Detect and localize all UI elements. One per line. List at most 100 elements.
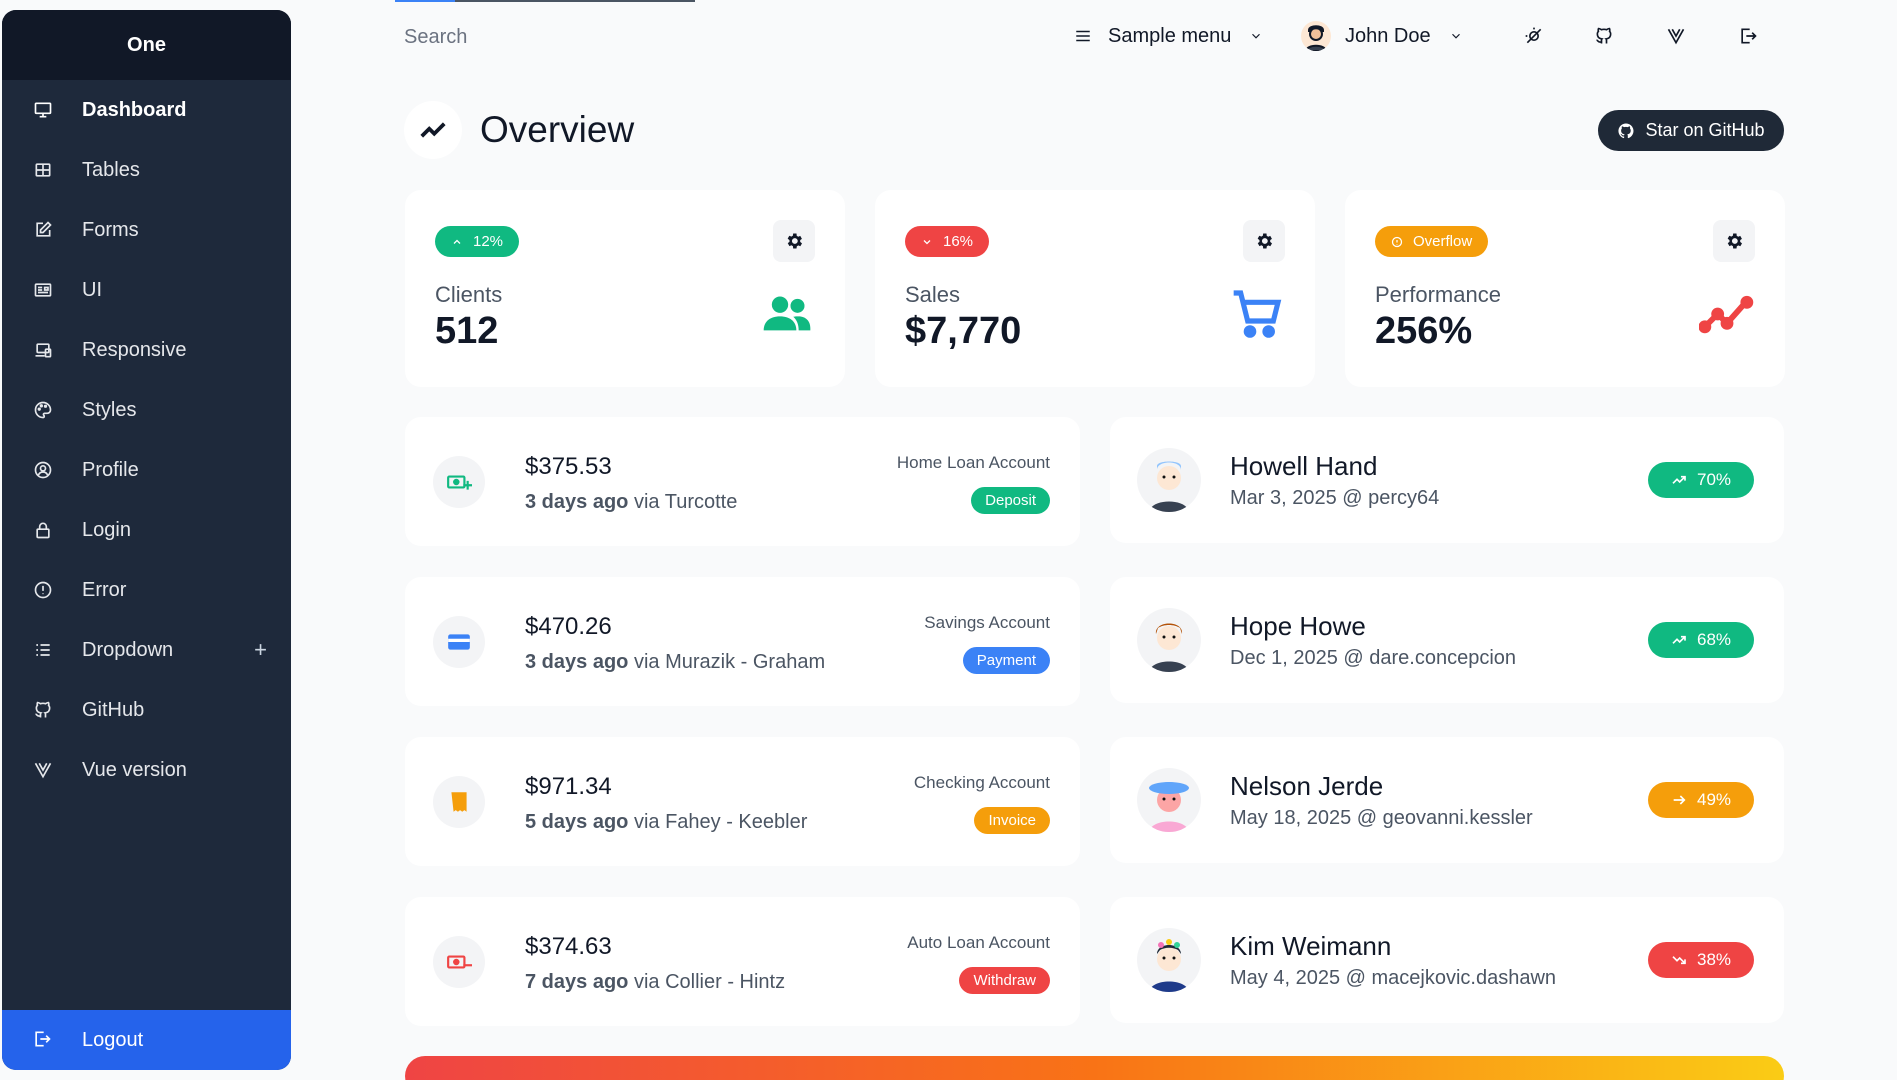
page-heading: Overview bbox=[404, 100, 634, 160]
logout-button[interactable]: Logout bbox=[2, 1010, 291, 1070]
user-name: John Doe bbox=[1345, 24, 1431, 47]
trend-badge: 16% bbox=[905, 226, 990, 257]
transaction-card: $971.34 5 days ago via Fahey - Keebler C… bbox=[405, 737, 1080, 866]
sidebar-item-ui[interactable]: UI bbox=[2, 260, 291, 320]
search-input[interactable] bbox=[404, 22, 704, 52]
alert-circle-icon bbox=[1391, 236, 1403, 247]
client-card: Howell Hand Mar 3, 2025 @ percy64 70% bbox=[1110, 417, 1784, 543]
logout-top-button[interactable] bbox=[1738, 18, 1758, 54]
card-settings-button[interactable] bbox=[1243, 220, 1285, 262]
client-name: Howell Hand bbox=[1230, 451, 1378, 481]
brand-title: One bbox=[2, 10, 291, 80]
sidebar: One Dashboard Tables Forms UI Responsive… bbox=[2, 10, 291, 1070]
sidebar-item-styles[interactable]: Styles bbox=[2, 380, 291, 440]
transaction-type-badge: Deposit bbox=[971, 487, 1050, 514]
logout-icon bbox=[32, 1029, 54, 1051]
stat-value: 512 bbox=[435, 310, 499, 352]
github-link[interactable] bbox=[1594, 18, 1614, 54]
vue-link[interactable] bbox=[1666, 18, 1686, 54]
plus-icon[interactable]: + bbox=[254, 637, 267, 663]
stat-card-performance: Overflow Performance 256% bbox=[1345, 190, 1785, 387]
vue-icon bbox=[32, 759, 54, 781]
sidebar-item-login[interactable]: Login bbox=[2, 500, 291, 560]
progress-value: 49% bbox=[1696, 790, 1732, 809]
transaction-type-badge: Payment bbox=[962, 647, 1050, 674]
transaction-meta: 3 days ago via Murazik - Graham bbox=[525, 651, 825, 674]
transaction-amount: $971.34 bbox=[525, 773, 612, 800]
responsive-icon bbox=[32, 339, 54, 361]
client-meta: Dec 1, 2025 @ dare.concepcion bbox=[1230, 647, 1517, 669]
card-settings-button[interactable] bbox=[1713, 220, 1755, 262]
sidebar-item-tables[interactable]: Tables bbox=[2, 140, 291, 200]
client-name: Kim Weimann bbox=[1230, 931, 1392, 961]
logout-icon bbox=[1741, 28, 1757, 44]
sidebar-item-vue-version[interactable]: Vue version bbox=[2, 740, 291, 800]
chevron-up-icon bbox=[453, 239, 461, 244]
progress-pill: 49% bbox=[1648, 782, 1754, 818]
user-icon bbox=[32, 459, 54, 481]
sidebar-item-forms[interactable]: Forms bbox=[2, 200, 291, 260]
sidebar-item-label: Dashboard bbox=[82, 98, 187, 121]
sidebar-item-label: Responsive bbox=[82, 338, 187, 361]
client-name: Nelson Jerde bbox=[1230, 771, 1384, 801]
sidebar-item-error[interactable]: Error bbox=[2, 560, 291, 620]
dark-mode-toggle[interactable] bbox=[1524, 18, 1544, 54]
trend-badge: 12% bbox=[435, 226, 520, 257]
sidebar-item-label: Profile bbox=[82, 458, 139, 481]
gear-icon bbox=[1257, 233, 1272, 249]
stat-value: $7,770 bbox=[905, 310, 1022, 352]
stat-label: Performance bbox=[1375, 282, 1501, 307]
progress-pill: 38% bbox=[1648, 942, 1754, 978]
transaction-via: via Turcotte bbox=[633, 491, 738, 513]
transaction-type-badge: Withdraw bbox=[959, 967, 1050, 994]
client-name: Hope Howe bbox=[1230, 611, 1366, 641]
progress-value: 38% bbox=[1696, 950, 1732, 969]
chevron-down-icon bbox=[923, 239, 931, 244]
stat-card-sales: 16% Sales $7,770 bbox=[875, 190, 1315, 387]
transaction-card: $375.53 3 days ago via Turcotte Home Loa… bbox=[405, 417, 1080, 546]
sidebar-item-label: Styles bbox=[82, 398, 137, 421]
sidebar-item-dashboard[interactable]: Dashboard bbox=[2, 80, 291, 140]
receipt-icon bbox=[433, 776, 485, 828]
chevron-down-icon bbox=[1252, 33, 1261, 39]
monitor-icon bbox=[32, 99, 54, 121]
card-settings-button[interactable] bbox=[773, 220, 815, 262]
gear-icon bbox=[787, 233, 802, 249]
progress-value: 68% bbox=[1696, 630, 1732, 649]
vue-icon bbox=[1667, 28, 1685, 45]
menu-icon bbox=[1076, 30, 1090, 42]
ui-icon bbox=[32, 279, 54, 301]
sidebar-item-profile[interactable]: Profile bbox=[2, 440, 291, 500]
transaction-amount: $375.53 bbox=[525, 453, 612, 480]
transaction-via: via Murazik - Graham bbox=[633, 651, 826, 673]
github-icon bbox=[1618, 122, 1634, 138]
sidebar-item-label: Vue version bbox=[82, 758, 187, 781]
promo-banner bbox=[405, 1056, 1784, 1080]
github-icon bbox=[1596, 27, 1612, 44]
client-card: Kim Weimann May 4, 2025 @ macejkovic.das… bbox=[1110, 897, 1784, 1023]
sidebar-item-responsive[interactable]: Responsive bbox=[2, 320, 291, 380]
cart-icon bbox=[1233, 290, 1282, 338]
transaction-via: via Collier - Hintz bbox=[633, 971, 786, 993]
sidebar-item-label: Error bbox=[82, 578, 127, 601]
chevron-down-icon bbox=[1451, 33, 1460, 39]
user-avatar bbox=[1301, 21, 1331, 51]
avatar bbox=[1137, 448, 1201, 512]
user-menu-dropdown[interactable]: John Doe bbox=[1301, 18, 1463, 54]
cash-minus-icon bbox=[433, 936, 485, 988]
lock-icon bbox=[32, 519, 54, 541]
stat-card-clients: 12% Clients 512 bbox=[405, 190, 845, 387]
chart-line-icon bbox=[1699, 295, 1754, 334]
sidebar-item-label: UI bbox=[82, 278, 102, 301]
transaction-account: Savings Account bbox=[924, 613, 1050, 632]
progress-pill: 68% bbox=[1648, 622, 1754, 658]
transaction-account: Auto Loan Account bbox=[907, 933, 1050, 952]
transaction-amount: $374.63 bbox=[525, 933, 612, 960]
cash-plus-icon bbox=[433, 456, 485, 508]
page-title: Overview bbox=[480, 109, 635, 150]
badge-label: 16% bbox=[943, 233, 974, 250]
sample-menu-dropdown[interactable]: Sample menu bbox=[1074, 18, 1263, 54]
sidebar-item-github[interactable]: GitHub bbox=[2, 680, 291, 740]
star-on-github-button[interactable]: Star on GitHub bbox=[1598, 110, 1784, 151]
sidebar-item-dropdown[interactable]: Dropdown + bbox=[2, 620, 291, 680]
